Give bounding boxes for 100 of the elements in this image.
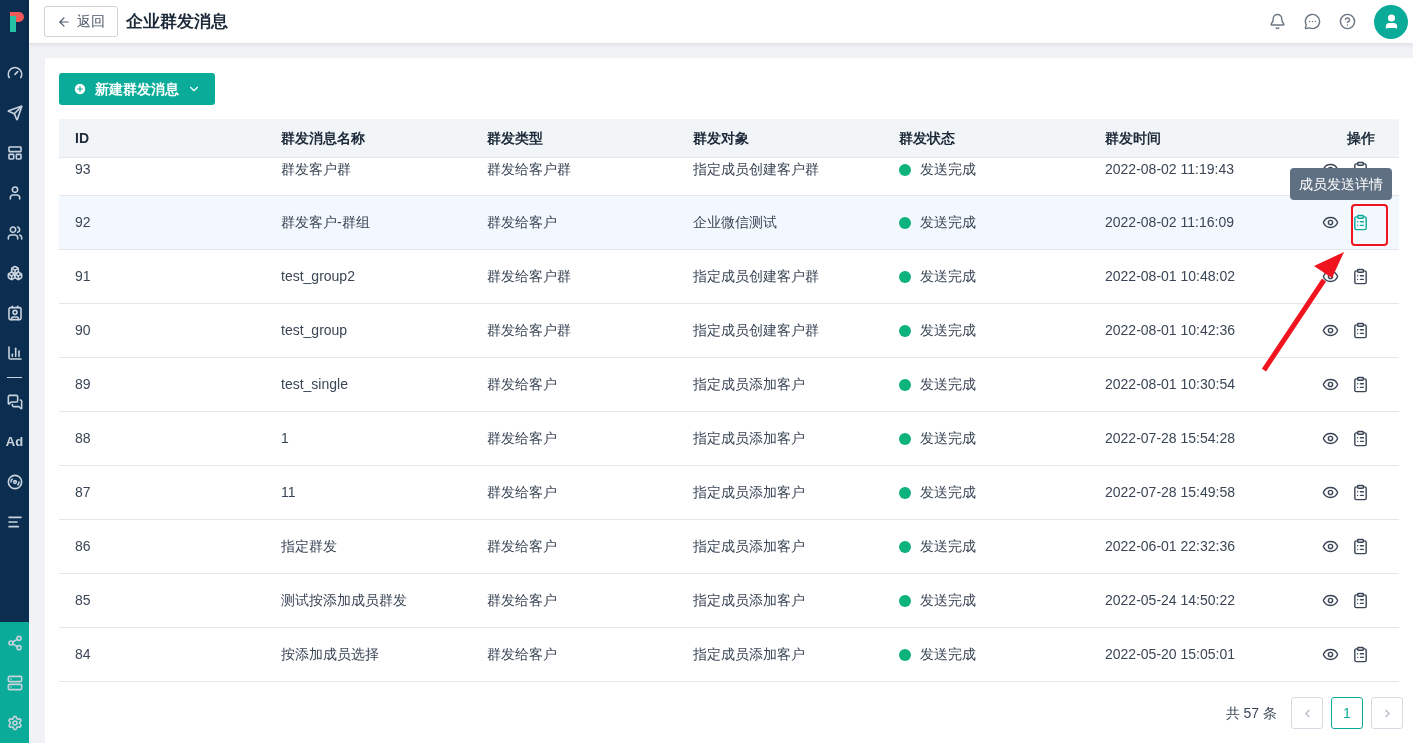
table-cell-text: 87 bbox=[74, 483, 92, 502]
bell-icon[interactable] bbox=[1269, 13, 1286, 30]
table-cell-text: 90 bbox=[74, 321, 92, 340]
total-count: 共 57 条 bbox=[1225, 703, 1277, 723]
table-cell-text: 企业微信测试 bbox=[692, 213, 778, 232]
table-cell-text: 11 bbox=[280, 483, 297, 502]
table-cell-text: 发送完成 bbox=[920, 375, 976, 394]
column-header: ID bbox=[74, 128, 90, 148]
highlight-frame bbox=[1351, 204, 1388, 246]
table-cell-text: 1 bbox=[280, 429, 290, 448]
column-header: 群发类型 bbox=[486, 128, 544, 148]
view-icon[interactable] bbox=[1322, 214, 1339, 231]
table-cell-text: 发送完成 bbox=[920, 321, 976, 340]
view-icon[interactable] bbox=[1322, 430, 1339, 447]
view-icon[interactable] bbox=[1322, 538, 1339, 555]
plus-icon bbox=[73, 82, 87, 96]
table-cell-text: 2022-08-02 11:19:43 bbox=[1104, 160, 1235, 179]
table-cell-text: 2022-05-24 14:50:22 bbox=[1104, 591, 1236, 610]
table-cell-text: 93 bbox=[74, 160, 92, 179]
column-header: 群发对象 bbox=[692, 128, 750, 148]
chat-bubble-icon[interactable] bbox=[1304, 13, 1321, 30]
view-icon[interactable] bbox=[1322, 646, 1339, 663]
table-cell-text: 指定成员创建客户群 bbox=[692, 267, 820, 286]
table-cell-text: 2022-08-01 10:42:36 bbox=[1104, 321, 1236, 340]
table-cell-text: 指定成员创建客户群 bbox=[692, 321, 820, 340]
view-icon[interactable] bbox=[1322, 484, 1339, 501]
table-cell-text: 2022-08-01 10:48:02 bbox=[1104, 267, 1236, 286]
column-header: 群发状态 bbox=[898, 128, 956, 148]
table-cell-text: 指定群发 bbox=[280, 537, 338, 556]
table-cell-text: 指定成员添加客户 bbox=[692, 375, 806, 394]
table-cell-text: 85 bbox=[74, 591, 92, 610]
chat-icon[interactable] bbox=[6, 394, 23, 410]
column-header: 操作 bbox=[1347, 128, 1376, 148]
table-cell-text: 2022-08-02 11:16:09 bbox=[1104, 213, 1235, 232]
details-icon[interactable] bbox=[1352, 592, 1369, 609]
avatar[interactable] bbox=[1374, 4, 1408, 39]
table-cell-text: 发送完成 bbox=[920, 483, 976, 502]
column-header: 群发时间 bbox=[1104, 128, 1162, 148]
details-icon[interactable] bbox=[1352, 268, 1369, 285]
view-icon[interactable] bbox=[1322, 592, 1339, 609]
table-cell-text: 89 bbox=[74, 375, 92, 394]
table-cell-text: 指定成员添加客户 bbox=[692, 537, 806, 556]
table-cell-text: 群发客户-群组 bbox=[280, 213, 371, 232]
paper-plane-icon[interactable] bbox=[6, 105, 23, 121]
back-button[interactable]: 返回 bbox=[44, 6, 118, 37]
table-cell-text: 群发给客户 bbox=[486, 537, 558, 556]
contact-card-icon[interactable] bbox=[6, 305, 23, 321]
view-icon[interactable] bbox=[1322, 376, 1339, 393]
table-cell-text: test_group2 bbox=[280, 267, 356, 286]
table-cell-text: 发送完成 bbox=[920, 267, 976, 286]
table-cell-text: 测试按添加成员群发 bbox=[280, 591, 408, 610]
table-cell-text: 指定成员添加客户 bbox=[692, 429, 806, 448]
column-header: 群发消息名称 bbox=[280, 128, 366, 148]
details-icon[interactable] bbox=[1352, 376, 1369, 393]
disc-icon[interactable] bbox=[6, 474, 23, 490]
table-cell-text: 群发给客户 bbox=[486, 213, 558, 232]
details-icon[interactable] bbox=[1352, 430, 1369, 447]
table-cell-text: 指定成员创建客户群 bbox=[692, 160, 820, 179]
table-cell-text: 群发给客户群 bbox=[486, 321, 572, 340]
table-cell-text: 群发给客户 bbox=[486, 591, 558, 610]
details-icon[interactable] bbox=[1352, 484, 1369, 501]
table-cell-text: 指定成员添加客户 bbox=[692, 483, 806, 502]
table-cell-text: 2022-08-01 10:30:54 bbox=[1104, 375, 1236, 394]
bar-chart-icon[interactable] bbox=[6, 345, 23, 361]
details-icon[interactable] bbox=[1352, 214, 1369, 231]
table-cell-text: test_group bbox=[280, 321, 349, 340]
table-cell-text: 群发给客户 bbox=[486, 645, 558, 664]
details-icon[interactable] bbox=[1352, 322, 1369, 339]
help-icon[interactable] bbox=[1339, 13, 1356, 30]
table-cell-text: 按添加成员选择 bbox=[280, 645, 380, 664]
details-icon[interactable] bbox=[1352, 646, 1369, 663]
table-cell-text: 发送完成 bbox=[920, 591, 976, 610]
table-cell-text: 2022-05-20 15:05:01 bbox=[1104, 645, 1236, 664]
table-cell-text: 指定成员添加客户 bbox=[692, 645, 806, 664]
table-cell-text: 群发给客户群 bbox=[486, 267, 572, 286]
table-cell-text: 2022-06-01 22:32:36 bbox=[1104, 537, 1236, 556]
page-title: 企业群发消息 bbox=[126, 10, 228, 33]
table-cell-text: 86 bbox=[74, 537, 92, 556]
table-cell-text: 群发客户群 bbox=[280, 160, 352, 179]
table-cell-text: test_single bbox=[280, 375, 349, 394]
table-cell-text: 91 bbox=[74, 267, 92, 286]
table-cell-text: 群发给客户群 bbox=[486, 160, 572, 179]
view-icon[interactable] bbox=[1322, 322, 1339, 339]
table-cell-text: 2022-07-28 15:54:28 bbox=[1104, 429, 1236, 448]
table-cell-text: 群发给客户 bbox=[486, 429, 558, 448]
layout-icon[interactable] bbox=[6, 145, 23, 161]
table-cell-text: 发送完成 bbox=[920, 429, 976, 448]
table-cell-text: 88 bbox=[74, 429, 92, 448]
table-cell-text: 指定成员添加客户 bbox=[692, 591, 806, 610]
table-cell-text: 发送完成 bbox=[920, 537, 976, 556]
table-cell-text: 84 bbox=[74, 645, 92, 664]
table-cell-text: 群发给客户 bbox=[486, 375, 558, 394]
table-cell-text: 92 bbox=[74, 213, 92, 232]
table-cell-text: 发送完成 bbox=[920, 160, 976, 179]
text-lines-icon[interactable] bbox=[6, 514, 23, 530]
ad-label[interactable]: Ad bbox=[5, 432, 24, 452]
dashboard-icon[interactable] bbox=[6, 65, 23, 81]
details-icon[interactable] bbox=[1352, 538, 1369, 555]
tooltip: 成员发送详情 bbox=[1290, 168, 1392, 200]
users-icon[interactable] bbox=[6, 225, 23, 241]
